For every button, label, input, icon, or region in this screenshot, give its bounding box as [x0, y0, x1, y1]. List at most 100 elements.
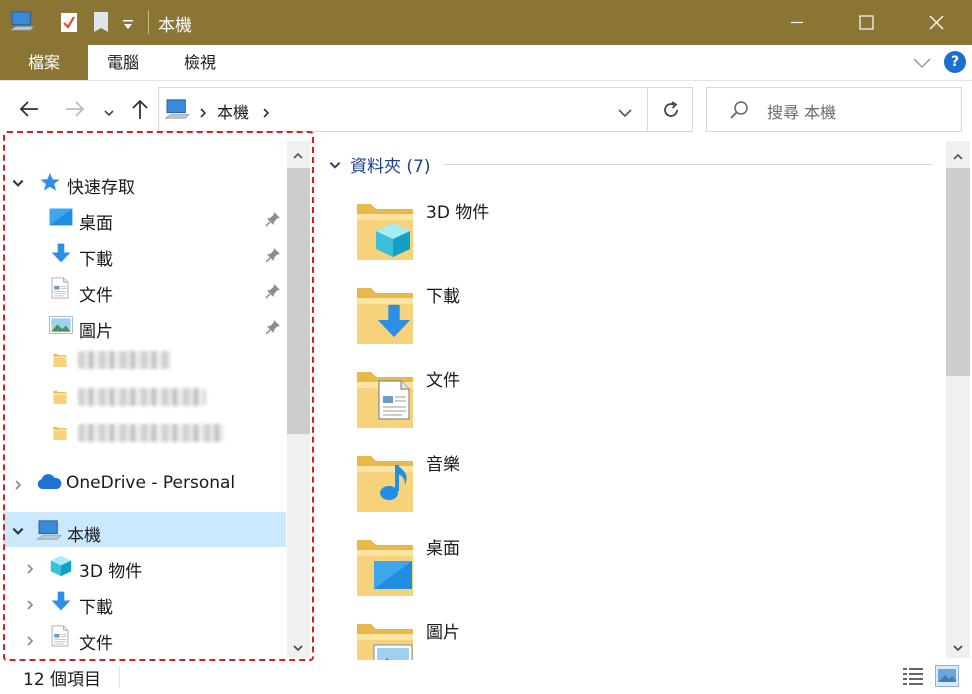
expand-ribbon-icon[interactable]: [912, 55, 932, 74]
ribbon-tabs: 檔案 電腦 檢視: [0, 45, 972, 81]
expand-documents-icon[interactable]: [24, 632, 36, 651]
redacted-folder-name[interactable]: [78, 388, 206, 406]
nav-scrollbar-thumb[interactable]: [287, 168, 310, 434]
music-folder-icon: [355, 450, 415, 518]
back-icon[interactable]: [18, 99, 40, 123]
folder-3d-objects[interactable]: 3D 物件: [355, 198, 555, 268]
document-folder-icon: [355, 366, 415, 434]
expand-onedrive-icon[interactable]: [12, 476, 24, 495]
nav-quick-access-label: 快速存取: [67, 178, 135, 198]
collapse-group-icon[interactable]: [328, 157, 342, 176]
breadcrumb-separator-icon[interactable]: [260, 104, 272, 123]
window-title: 本機: [158, 16, 192, 36]
pin-icon: [265, 319, 281, 339]
recent-locations-chevron-icon[interactable]: [103, 104, 115, 123]
nav-item-label: 下載: [79, 598, 113, 618]
properties-icon[interactable]: [60, 11, 78, 37]
details-view-icon[interactable]: [902, 666, 924, 690]
pin-icon: [265, 283, 281, 303]
desktop-folder-icon: [355, 534, 415, 602]
expand-3d-objects-icon[interactable]: [24, 560, 36, 579]
maximize-button[interactable]: [832, 0, 902, 45]
collapse-this-pc-icon[interactable]: [11, 523, 25, 542]
group-header-folders[interactable]: 資料夾 (7): [350, 152, 430, 177]
nav-item-label: 文件: [79, 286, 113, 306]
new-folder-icon[interactable]: [93, 11, 109, 37]
3d-objects-icon: [49, 554, 73, 582]
nav-onedrive-label: OneDrive - Personal: [66, 473, 236, 493]
content-scrollbar[interactable]: [946, 141, 970, 658]
folder-downloads[interactable]: 下載: [355, 282, 555, 352]
tab-file[interactable]: 檔案: [0, 45, 88, 80]
redacted-folder-name[interactable]: [78, 351, 170, 369]
nav-item-label: 下載: [79, 250, 113, 270]
customize-quick-access-icon[interactable]: [122, 16, 134, 35]
folder-desktop[interactable]: 桌面: [355, 534, 555, 604]
folder-label: 圖片: [426, 623, 460, 643]
collapse-quick-access-icon[interactable]: [11, 175, 25, 194]
folder-music[interactable]: 音樂: [355, 450, 555, 520]
address-dropdown-icon[interactable]: [617, 104, 633, 123]
pictures-icon: [49, 316, 73, 338]
folder-icon: [53, 389, 67, 409]
folder-label: 桌面: [426, 539, 460, 559]
nav-item-label: 圖片: [79, 322, 113, 342]
title-bar: 本機: [0, 0, 972, 45]
tab-computer[interactable]: 電腦: [88, 45, 158, 80]
scroll-up-icon[interactable]: [952, 148, 964, 167]
folder-icon: [53, 352, 67, 372]
scroll-down-icon[interactable]: [292, 639, 304, 658]
breadcrumb-separator-icon[interactable]: [197, 104, 209, 123]
content-scrollbar-thumb[interactable]: [946, 168, 970, 376]
up-icon[interactable]: [130, 98, 150, 124]
download-folder-icon: [355, 282, 415, 350]
this-pc-icon: [37, 519, 63, 545]
pin-icon: [265, 247, 281, 267]
minimize-button[interactable]: [762, 0, 832, 45]
pictures-folder-icon: [355, 618, 415, 660]
onedrive-cloud-icon: [36, 474, 62, 494]
pin-icon: [265, 211, 281, 231]
redacted-folder-name[interactable]: [78, 424, 224, 442]
forward-icon[interactable]: [64, 99, 86, 123]
this-pc-icon: [10, 10, 36, 36]
document-icon: [51, 625, 69, 651]
refresh-button[interactable]: [647, 87, 693, 132]
folder-documents[interactable]: 文件: [355, 366, 555, 436]
3d-objects-folder-icon: [355, 198, 415, 266]
large-icons-view-icon[interactable]: [935, 665, 959, 691]
folder-label: 下載: [426, 287, 460, 307]
quick-access-star-icon: [39, 172, 61, 196]
nav-item-label: 桌面: [79, 214, 113, 234]
nav-item-label: 3D 物件: [79, 562, 143, 582]
download-icon: [50, 590, 72, 616]
document-icon: [51, 277, 69, 303]
breadcrumb-this-pc[interactable]: 本機: [217, 99, 249, 123]
status-bar: 12 個項目: [0, 662, 972, 694]
help-button[interactable]: ?: [944, 51, 966, 73]
status-divider: [119, 666, 120, 688]
download-icon: [50, 242, 72, 268]
scroll-up-icon[interactable]: [292, 147, 304, 166]
desktop-icon: [49, 208, 73, 230]
scroll-down-icon[interactable]: [952, 639, 964, 658]
folder-label: 3D 物件: [426, 203, 490, 223]
folder-icon: [53, 425, 67, 445]
nav-this-pc-label: 本機: [67, 526, 101, 546]
close-button[interactable]: [902, 0, 972, 45]
title-separator: [148, 10, 149, 34]
folder-pictures[interactable]: 圖片: [355, 618, 555, 660]
folder-label: 音樂: [426, 455, 460, 475]
expand-downloads-icon[interactable]: [24, 596, 36, 615]
tab-view[interactable]: 檢視: [165, 45, 235, 80]
group-divider: [443, 164, 933, 165]
nav-item-label: 文件: [79, 634, 113, 654]
nav-scrollbar[interactable]: [287, 141, 310, 658]
item-count: 12 個項目: [23, 670, 102, 690]
folder-label: 文件: [426, 371, 460, 391]
address-bar[interactable]: 本機: [158, 87, 648, 132]
this-pc-icon: [165, 98, 191, 124]
search-box[interactable]: 搜尋 本機: [706, 87, 962, 132]
search-placeholder: 搜尋 本機: [767, 103, 837, 122]
refresh-icon: [661, 100, 681, 124]
